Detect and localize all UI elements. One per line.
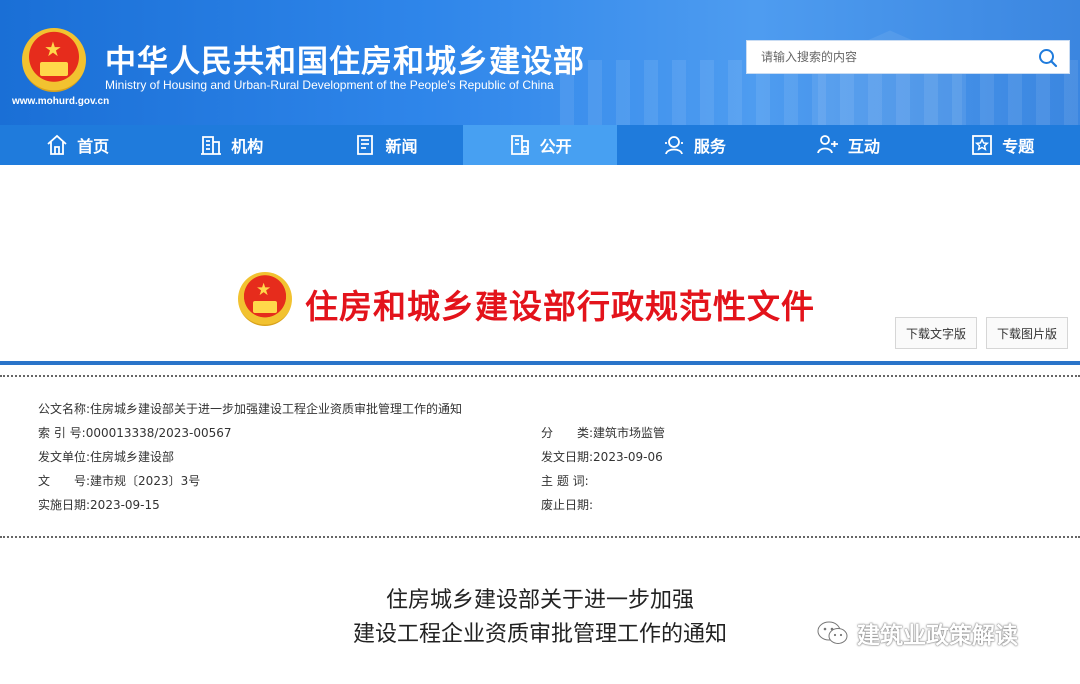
nav-item-topics[interactable]: 专题 (925, 125, 1079, 165)
nav-item-label: 服务 (693, 137, 726, 156)
meta-label: 分 类: (541, 426, 594, 440)
search-box (746, 40, 1070, 74)
meta-row-subject: 主 题 词: (541, 472, 589, 492)
building-icon (201, 136, 222, 155)
meta-label: 公文名称: (38, 402, 91, 416)
meta-value: 住房城乡建设部关于进一步加强建设工程企业资质审批管理工作的通知 (90, 402, 463, 416)
search-input[interactable] (747, 41, 1027, 73)
site-title[interactable]: 中华人民共和国住房和城乡建设部 (105, 36, 585, 81)
meta-value: 2023-09-06 (593, 450, 663, 464)
nav-item-organization[interactable]: 机构 (154, 125, 308, 165)
meta-label: 文 号: (38, 474, 91, 488)
nav-item-label: 互动 (848, 137, 881, 156)
site-subtitle: Ministry of Housing and Urban-Rural Deve… (105, 78, 554, 92)
meta-label: 发文单位: (38, 450, 91, 464)
interaction-icon (817, 135, 839, 154)
meta-label: 索 引 号: (38, 426, 86, 440)
meta-value: 000013338/2023-00567 (85, 426, 232, 440)
home-icon (47, 134, 67, 155)
wechat-icon (817, 621, 848, 644)
nav-item-label: 专题 (1002, 137, 1035, 156)
divider (0, 536, 1080, 538)
meta-row-name: 公文名称:住房城乡建设部关于进一步加强建设工程企业资质审批管理工作的通知 (38, 400, 462, 420)
nav-item-news[interactable]: 新闻 (308, 125, 462, 165)
download-text-button[interactable]: 下载文字版 (895, 317, 978, 349)
meta-value: 住房城乡建设部 (90, 450, 175, 464)
meta-label: 实施日期: (38, 498, 91, 512)
meta-label: 主 题 词: (541, 474, 589, 488)
meta-row-repeal: 废止日期: (541, 496, 593, 516)
nav-item-label: 新闻 (385, 137, 418, 156)
doc-category-heading: 住房和城乡建设部行政规范性文件 (305, 287, 815, 326)
divider (0, 375, 1080, 377)
site-url[interactable]: www.mohurd.gov.cn (12, 96, 109, 107)
meta-value: 建筑市场监管 (593, 426, 666, 440)
star-icon (972, 135, 993, 155)
meta-row-effective: 实施日期:2023-09-15 (38, 496, 160, 516)
divider (0, 361, 1080, 365)
nav-item-public[interactable]: 公开 (462, 125, 617, 165)
watermark: 建筑业政策解读 (815, 616, 1018, 650)
document-title-line: 住房城乡建设部关于进一步加强 (385, 588, 694, 613)
meta-value: 2023-09-15 (90, 498, 160, 512)
document-icon (510, 135, 529, 155)
meta-row-index: 索 引 号:000013338/2023-00567 (38, 424, 232, 444)
service-icon (664, 136, 683, 155)
search-icon[interactable] (1037, 47, 1059, 69)
watermark-text: 建筑业政策解读 (857, 623, 1018, 649)
meta-value: 建市规〔2023〕3号 (90, 474, 201, 488)
national-emblem-icon: ★ (238, 272, 292, 326)
nav-item-label: 机构 (231, 137, 264, 156)
nav-item-service[interactable]: 服务 (617, 125, 771, 165)
nav-item-label: 首页 (77, 137, 110, 156)
nav-item-label: 公开 (539, 137, 572, 156)
meta-row-issue-date: 发文日期:2023-09-06 (541, 448, 663, 468)
meta-row-issuer: 发文单位:住房城乡建设部 (38, 448, 174, 468)
nav-item-interaction[interactable]: 互动 (771, 125, 925, 165)
site-header: ★ www.mohurd.gov.cn 中华人民共和国住房和城乡建设部 Mini… (0, 0, 1080, 125)
meta-label: 发文日期: (541, 450, 594, 464)
meta-row-category: 分 类:建筑市场监管 (541, 424, 665, 444)
download-image-button[interactable]: 下载图片版 (986, 317, 1069, 349)
meta-label: 废止日期: (541, 498, 594, 512)
national-emblem-icon[interactable]: ★ (22, 28, 86, 92)
news-icon (357, 135, 374, 155)
meta-row-doc-no: 文 号:建市规〔2023〕3号 (38, 472, 200, 492)
nav-item-home[interactable]: 首页 (0, 125, 154, 165)
main-nav: 首页 机构 新闻 公开 服务 互动 专题 (0, 125, 1080, 165)
